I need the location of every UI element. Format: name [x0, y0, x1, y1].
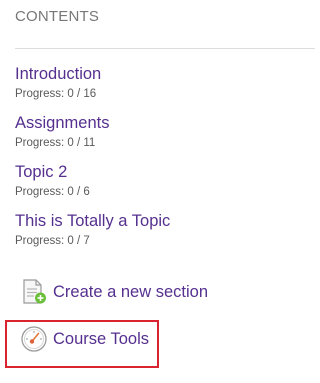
create-section-link[interactable]: Create a new section [19, 277, 208, 307]
section-item-introduction: Introduction Progress: 0 / 16 [15, 63, 310, 112]
new-document-plus-icon [23, 279, 46, 304]
heading-divider [15, 48, 315, 49]
section-item-assignments: Assignments Progress: 0 / 11 [15, 112, 310, 161]
create-section-label: Create a new section [53, 282, 209, 301]
gauge-dial-icon [21, 326, 47, 352]
section-link-introduction[interactable]: Introduction [15, 63, 310, 85]
section-link-assignments[interactable]: Assignments [15, 112, 310, 134]
section-link-topic-2[interactable]: Topic 2 [15, 161, 310, 183]
section-item-topic-2: Topic 2 Progress: 0 / 6 [15, 161, 310, 210]
section-link-totally-a-topic[interactable]: This is Totally a Topic [15, 210, 310, 232]
course-tools-label: Course Tools [53, 329, 149, 348]
course-contents-panel: CONTENTS Introduction Progress: 0 / 16 A… [0, 0, 315, 383]
section-list: Introduction Progress: 0 / 16 Assignment… [15, 63, 310, 259]
course-tools-link[interactable]: Course Tools [19, 324, 149, 354]
section-progress-assignments: Progress: 0 / 11 [15, 137, 96, 149]
contents-heading: CONTENTS [15, 8, 100, 25]
section-item-totally-a-topic: This is Totally a Topic Progress: 0 / 7 [15, 210, 310, 259]
section-progress-topic-2: Progress: 0 / 6 [15, 186, 90, 198]
section-progress-introduction: Progress: 0 / 16 [15, 88, 97, 100]
section-progress-totally-a-topic: Progress: 0 / 7 [15, 235, 90, 247]
